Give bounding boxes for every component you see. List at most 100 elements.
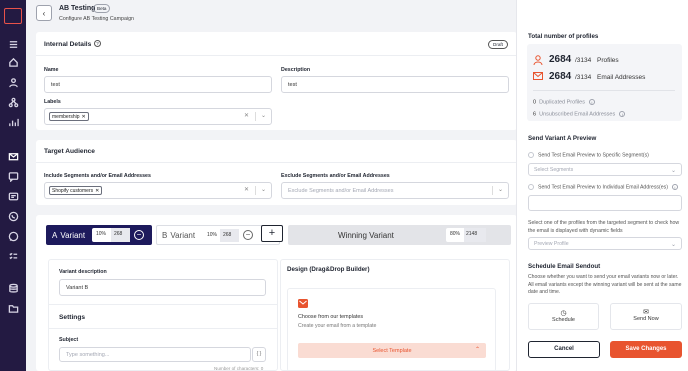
schedule-help-text: Choose whether you want to send your ema…: [528, 274, 682, 295]
profiles-count: 2684: [549, 54, 572, 65]
send-preview-title: Send Variant A Preview: [528, 135, 597, 142]
segment-chip: Shopify customers ✕: [49, 186, 103, 195]
folder-icon[interactable]: [7, 302, 19, 314]
template-box: Choose from our templates Create your em…: [287, 288, 496, 371]
winning-count: 2148: [466, 231, 478, 237]
home-icon[interactable]: [7, 56, 19, 68]
segments-icon[interactable]: [7, 96, 19, 108]
profiles-unit: Profiles: [597, 57, 619, 64]
send-now-button[interactable]: ✉ Send Now: [610, 303, 682, 330]
variant-a-percent[interactable]: 10%: [96, 231, 106, 237]
save-changes-button[interactable]: Save Changes: [610, 341, 682, 358]
phone-icon[interactable]: [7, 210, 19, 222]
labels-select[interactable]: membership ✕ ✕ ⌄: [44, 108, 272, 125]
segments-select[interactable]: Select Segments ⌄: [528, 163, 682, 176]
template-icon: [298, 299, 308, 308]
whatsapp-icon[interactable]: [7, 230, 19, 242]
variant-a-count: 268: [114, 231, 123, 237]
winning-variant-tab[interactable]: Winning Variant 80% 2148: [288, 225, 511, 245]
remove-variant-icon[interactable]: −: [134, 230, 144, 240]
database-icon[interactable]: [7, 282, 19, 294]
clear-icon[interactable]: ✕: [244, 186, 249, 193]
preview-help-text: Select one of the profiles from the targ…: [528, 220, 680, 234]
char-count: Number of characters: 0: [214, 366, 264, 371]
profiles-total: /3134: [575, 57, 592, 64]
mail-icon: [533, 71, 543, 81]
mail-icon: ✉: [643, 309, 649, 316]
analytics-icon[interactable]: [7, 116, 19, 128]
clock-icon: ◷: [560, 310, 567, 317]
exclude-label: Exclude Segments and/or Email Addresses: [281, 173, 390, 179]
sms-icon[interactable]: [7, 190, 19, 202]
exclude-select[interactable]: Exclude Segments and/or Email Addresses …: [281, 182, 509, 199]
variant-b-count: 268: [223, 232, 232, 238]
target-audience-card: Target Audience Include Segments and/or …: [36, 140, 517, 205]
logo[interactable]: [4, 8, 22, 24]
internal-details-card: Internal Details ? Draft Name test Descr…: [36, 32, 517, 130]
settings-title: Settings: [59, 314, 86, 321]
schedule-title: Schedule Email Sendout: [528, 263, 601, 270]
chevron-down-icon: ⌄: [670, 168, 676, 174]
status-badge: Draft: [488, 40, 508, 49]
description-label: Description: [281, 67, 311, 73]
subject-label: Subject: [59, 337, 79, 343]
chevron-down-icon[interactable]: ⌄: [498, 186, 503, 193]
cancel-button[interactable]: Cancel: [528, 341, 600, 358]
emails-total: /3134: [575, 74, 592, 81]
clear-icon[interactable]: ✕: [244, 112, 249, 119]
beta-badge: Beta: [93, 4, 111, 13]
segment-preview-option[interactable]: Send Test Email Preview to Specific Segm…: [528, 152, 649, 158]
duplicated-profiles: 0 Duplicated Profiles i: [533, 99, 595, 105]
page-title: AB Testing: [59, 5, 96, 12]
description-field[interactable]: test: [281, 76, 509, 93]
main-panel: ‹ AB Testing Beta Configure AB Testing C…: [26, 0, 517, 371]
choose-template-subtitle: Create your email from a template: [298, 323, 377, 329]
variant-description-label: Variant description: [59, 269, 107, 275]
checklist-icon[interactable]: [7, 250, 19, 262]
design-panel: Design (Drag&Drop Builder) Choose from o…: [280, 259, 510, 371]
include-select[interactable]: Shopify customers ✕ ✕ ⌄: [44, 182, 272, 199]
variant-form: Variant description Variant B Settings S…: [48, 259, 278, 371]
subject-input[interactable]: Type something...: [59, 347, 251, 362]
email-icon[interactable]: [7, 150, 19, 162]
remove-variant-icon[interactable]: −: [243, 230, 253, 240]
right-panel: Total number of profiles 2684 /3134 Prof…: [516, 0, 688, 371]
sidebar: [0, 0, 26, 371]
chevron-up-icon: ⌃: [474, 347, 480, 353]
profiles-title: Total number of profiles: [528, 33, 599, 40]
schedule-button[interactable]: ◷ Schedule: [528, 303, 599, 330]
add-variant-button[interactable]: +: [261, 225, 283, 242]
remove-chip-icon[interactable]: ✕: [95, 188, 99, 194]
personalization-button[interactable]: { }: [252, 347, 266, 362]
chevron-down-icon[interactable]: ⌄: [261, 112, 266, 119]
variant-b-percent[interactable]: 10%: [207, 232, 217, 238]
chevron-down-icon: ⌄: [670, 242, 676, 248]
arrow-left-icon: ‹: [42, 8, 46, 18]
variant-description-field[interactable]: Variant B: [59, 279, 266, 296]
design-title: Design (Drag&Drop Builder): [287, 266, 370, 273]
emails-unit: Email Addresses: [597, 74, 646, 81]
users-icon[interactable]: [7, 76, 19, 88]
individual-preview-option[interactable]: Send Test Email Preview to Individual Em…: [528, 184, 678, 190]
preview-profile-select[interactable]: Preview Profile ⌄: [528, 237, 682, 250]
internal-title: Internal Details: [44, 41, 92, 48]
labels-label: Labels: [44, 99, 61, 105]
choose-template-title: Choose from our templates: [298, 314, 364, 320]
help-icon[interactable]: ?: [94, 40, 101, 47]
user-icon: [533, 55, 543, 66]
chat-icon[interactable]: [7, 170, 19, 182]
email-addresses-input[interactable]: [528, 195, 682, 211]
unsubscribed-emails: 6 Unsubscribed Email Addresses i: [533, 111, 626, 117]
winning-percent: 80%: [450, 231, 461, 237]
select-template-button[interactable]: Select Template ⌃: [298, 343, 486, 358]
variant-a-tab[interactable]: A Variant 10% 268 −: [46, 225, 152, 245]
audience-title: Target Audience: [44, 148, 95, 155]
menu-icon[interactable]: [7, 38, 19, 50]
label-chip: membership ✕: [49, 112, 89, 121]
page-subtitle: Configure AB Testing Campaign: [59, 16, 134, 22]
remove-chip-icon[interactable]: ✕: [82, 114, 86, 120]
chevron-down-icon[interactable]: ⌄: [261, 186, 266, 193]
name-label: Name: [44, 67, 59, 73]
back-button[interactable]: ‹: [36, 5, 52, 21]
name-field[interactable]: test: [44, 76, 272, 93]
